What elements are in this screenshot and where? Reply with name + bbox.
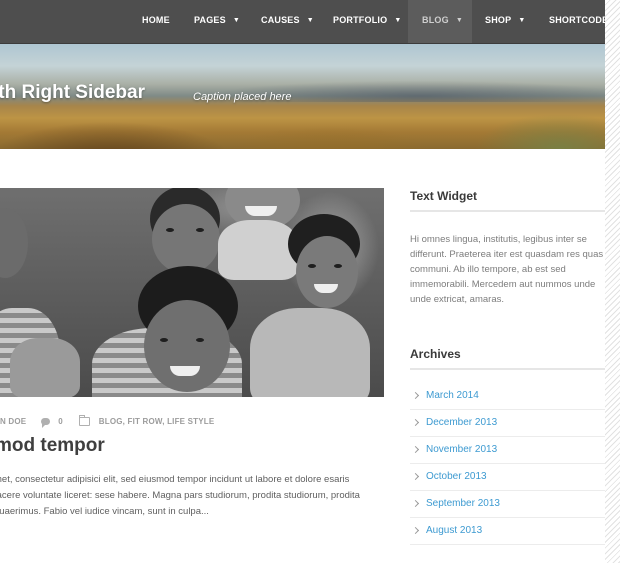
chevron-right-icon (411, 499, 420, 508)
top-navigation: HOME PAGES ▼ CAUSES ▼ PORTFOLIO ▼ BLOG ▼ SHO… (0, 0, 605, 44)
archive-link[interactable]: September 2013 (410, 491, 605, 518)
photo-eye (160, 338, 168, 342)
hero-banner: ith Right Sidebar Caption placed here (0, 44, 605, 149)
post-title[interactable]: mod tempor (0, 435, 105, 457)
nav-pages[interactable]: PAGES ▼ (194, 0, 240, 43)
chevron-down-icon: ▼ (455, 17, 463, 24)
photo-face (144, 300, 230, 392)
text-widget-body: Hi omnes lingua, institutis, legibus int… (410, 234, 604, 305)
archive-link-label: March 2014 (426, 390, 479, 401)
archive-link-label: September 2013 (426, 498, 500, 509)
chevron-down-icon: ▼ (232, 17, 240, 24)
chevron-right-icon (411, 526, 420, 535)
text-widget-title: Text Widget (410, 189, 478, 203)
nav-causes[interactable]: CAUSES ▼ (261, 0, 314, 43)
nav-pages-label: PAGES (194, 15, 226, 25)
widget-divider (410, 368, 605, 370)
nav-causes-label: CAUSES (261, 15, 300, 25)
post-meta: N DOE 0 BLOG, FIT ROW, LIFE STYLE (0, 415, 215, 429)
nav-home[interactable]: HOME (142, 0, 170, 43)
photo-eye (308, 264, 316, 268)
nav-home-label: HOME (142, 15, 170, 25)
photo-eye (196, 338, 204, 342)
chevron-right-icon (411, 472, 420, 481)
archive-link-label: August 2013 (426, 525, 483, 536)
archive-link[interactable]: August 2013 (410, 518, 605, 545)
archive-link-label: November 2013 (426, 444, 498, 455)
archives-list: March 2014 December 2013 November 2013 O… (410, 383, 605, 545)
chevron-right-icon (411, 418, 420, 427)
chevron-right-icon (411, 445, 420, 454)
nav-blog[interactable]: BLOG ▼ (408, 0, 472, 43)
chevron-down-icon: ▼ (306, 17, 314, 24)
archive-link[interactable]: October 2013 (410, 464, 605, 491)
nav-portfolio-label: PORTFOLIO (333, 15, 388, 25)
photo-mouth (245, 206, 277, 216)
post-categories[interactable]: BLOG, FIT ROW, LIFE STYLE (99, 417, 215, 426)
page: HOME PAGES ▼ CAUSES ▼ PORTFOLIO ▼ BLOG ▼ SHO… (0, 0, 605, 563)
photo-eye (196, 228, 204, 232)
nav-shop-label: SHOP (485, 15, 512, 25)
nav-portfolio[interactable]: PORTFOLIO ▼ (333, 0, 401, 43)
hero-caption: Caption placed here (193, 91, 292, 103)
nav-shortcodes-label: SHORTCODES (549, 15, 605, 25)
post-comment-count[interactable]: 0 (58, 417, 63, 426)
page-title: ith Right Sidebar (0, 82, 145, 103)
photo-shirt (218, 220, 298, 280)
post-author[interactable]: N DOE (0, 417, 26, 426)
photo-shirt (250, 308, 370, 397)
post-featured-image[interactable] (0, 188, 384, 397)
photo-face (296, 236, 358, 308)
photo-face (152, 204, 220, 274)
archive-link[interactable]: November 2013 (410, 437, 605, 464)
comment-icon (40, 418, 50, 429)
archive-link[interactable]: March 2014 (410, 383, 605, 410)
folder-icon (79, 415, 91, 427)
archive-link-label: December 2013 (426, 417, 498, 428)
post-excerpt: met, consectetur adipisici elit, sed eiu… (0, 474, 360, 517)
nav-shortcodes[interactable]: SHORTCODES (549, 0, 605, 43)
widget-divider (410, 210, 605, 212)
archive-link-label: October 2013 (426, 471, 487, 482)
photo-shirt (10, 338, 80, 397)
archive-link[interactable]: December 2013 (410, 410, 605, 437)
chevron-down-icon: ▼ (518, 17, 526, 24)
chevron-down-icon: ▼ (394, 17, 402, 24)
nav-shop[interactable]: SHOP ▼ (485, 0, 525, 43)
archives-title: Archives (410, 347, 461, 361)
photo-eye (166, 228, 174, 232)
chevron-right-icon (411, 391, 420, 400)
photo-eye (334, 264, 342, 268)
nav-blog-label: BLOG (422, 15, 449, 25)
